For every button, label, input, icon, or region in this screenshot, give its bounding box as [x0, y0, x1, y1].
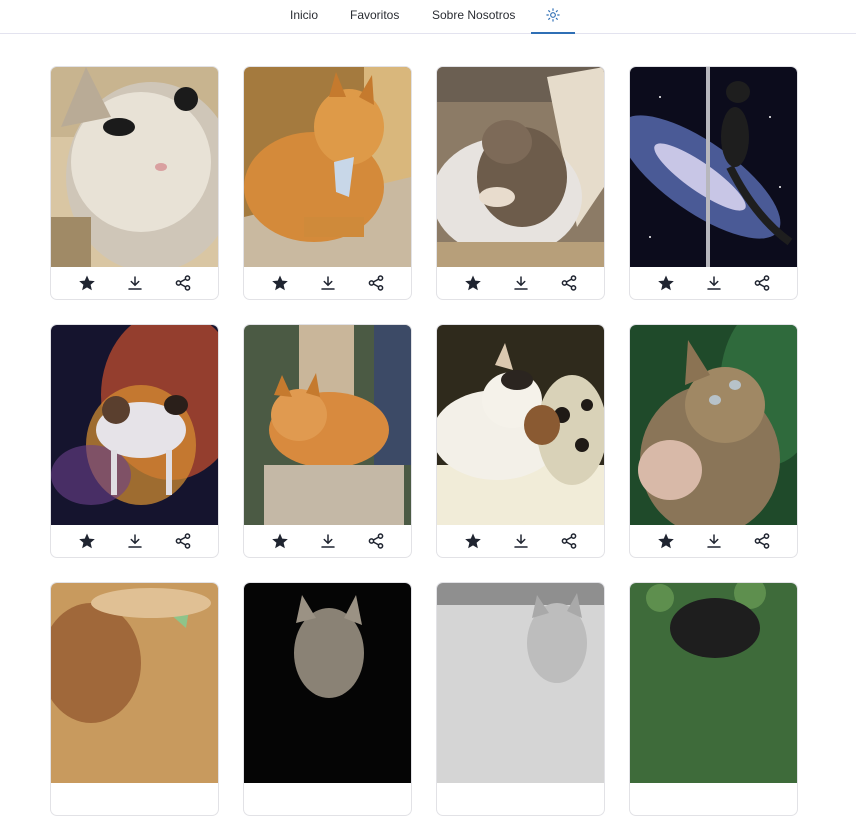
download-icon[interactable] — [126, 532, 144, 550]
cat-image[interactable] — [630, 67, 797, 267]
card-actions — [244, 267, 411, 299]
star-icon[interactable] — [78, 532, 96, 550]
cat-card — [243, 324, 412, 558]
cat-image[interactable] — [51, 325, 218, 525]
cat-card — [436, 66, 605, 300]
cat-card — [436, 582, 605, 816]
cat-card — [50, 324, 219, 558]
star-icon[interactable] — [78, 274, 96, 292]
share-icon[interactable] — [174, 274, 192, 292]
download-icon[interactable] — [705, 532, 723, 550]
cat-card — [629, 582, 798, 816]
download-icon[interactable] — [126, 274, 144, 292]
star-icon[interactable] — [271, 532, 289, 550]
cat-card — [243, 582, 412, 816]
sun-icon — [546, 8, 560, 22]
share-icon[interactable] — [367, 274, 385, 292]
cat-card — [629, 66, 798, 300]
download-icon[interactable] — [319, 274, 337, 292]
cat-image[interactable] — [630, 325, 797, 525]
download-icon[interactable] — [319, 532, 337, 550]
cat-image[interactable] — [630, 583, 797, 783]
cat-image[interactable] — [437, 583, 604, 783]
cat-card — [50, 66, 219, 300]
share-icon[interactable] — [367, 532, 385, 550]
share-icon[interactable] — [753, 274, 771, 292]
nav-inicio-link[interactable]: Inicio — [290, 0, 318, 34]
top-navigation: Inicio Favoritos Sobre Nosotros — [0, 0, 856, 34]
star-icon[interactable] — [657, 274, 675, 292]
cat-image[interactable] — [244, 325, 411, 525]
cat-card — [436, 324, 605, 558]
card-actions — [630, 267, 797, 299]
share-icon[interactable] — [753, 532, 771, 550]
nav-favoritos-link[interactable]: Favoritos — [350, 0, 399, 34]
cat-card — [243, 66, 412, 300]
card-actions — [437, 267, 604, 299]
cat-image[interactable] — [51, 583, 218, 783]
card-actions — [437, 525, 604, 557]
download-icon[interactable] — [705, 274, 723, 292]
nav-sobre-nosotros-link[interactable]: Sobre Nosotros — [432, 0, 515, 34]
star-icon[interactable] — [271, 274, 289, 292]
card-actions — [630, 525, 797, 557]
share-icon[interactable] — [174, 532, 192, 550]
cat-card — [50, 582, 219, 816]
cat-image[interactable] — [244, 583, 411, 783]
card-actions — [51, 267, 218, 299]
star-icon[interactable] — [464, 274, 482, 292]
download-icon[interactable] — [512, 532, 530, 550]
share-icon[interactable] — [560, 532, 578, 550]
download-icon[interactable] — [512, 274, 530, 292]
theme-toggle-button[interactable] — [531, 0, 575, 34]
cat-image[interactable] — [437, 325, 604, 525]
cat-image[interactable] — [244, 67, 411, 267]
share-icon[interactable] — [560, 274, 578, 292]
star-icon[interactable] — [464, 532, 482, 550]
star-icon[interactable] — [657, 532, 675, 550]
card-actions — [244, 525, 411, 557]
cat-image[interactable] — [51, 67, 218, 267]
card-actions — [51, 525, 218, 557]
cat-image[interactable] — [437, 67, 604, 267]
cat-card — [629, 324, 798, 558]
